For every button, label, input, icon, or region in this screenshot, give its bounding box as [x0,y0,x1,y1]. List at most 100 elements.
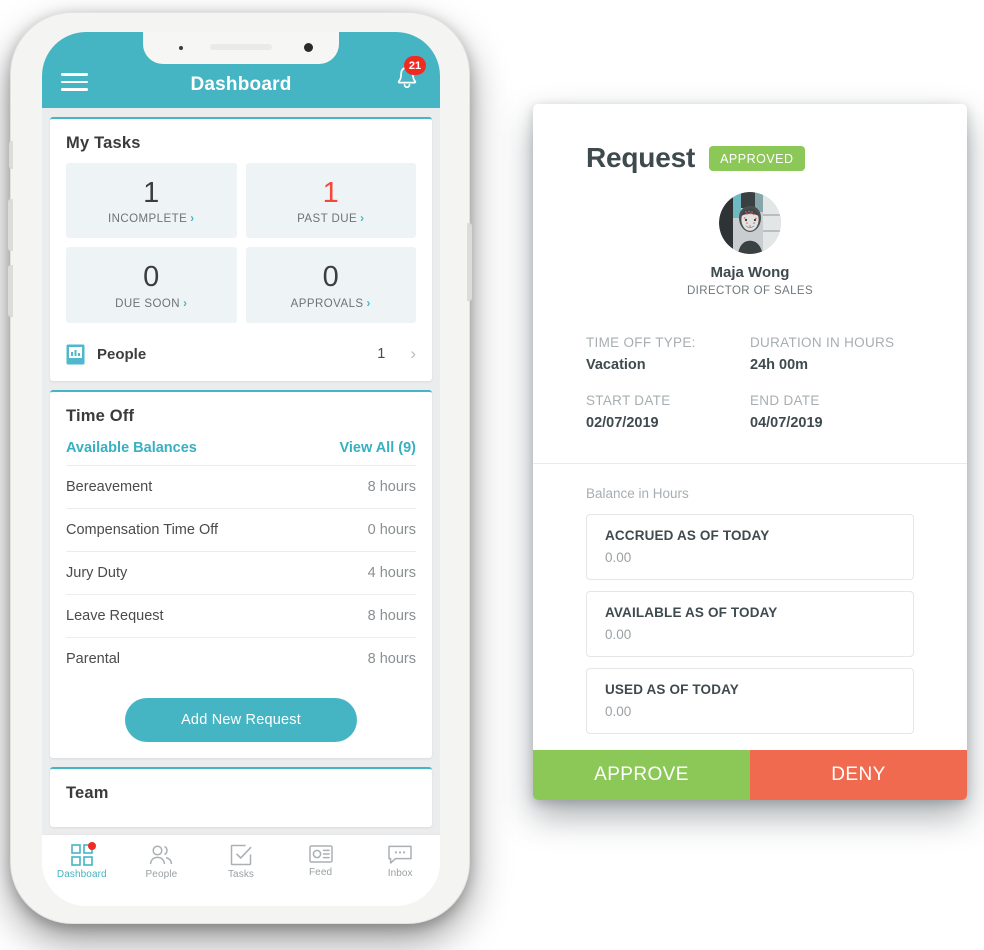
hamburger-menu-icon[interactable] [61,73,88,91]
tab-dashboard[interactable]: Dashboard [42,842,122,880]
balance-card-accrued: ACCRUED AS OF TODAY 0.00 [586,514,914,580]
tab-inbox[interactable]: Inbox [360,844,440,879]
balance-card-title: AVAILABLE AS OF TODAY [605,605,778,620]
time-off-balance-row[interactable]: Bereavement 8 hours [66,464,416,508]
requester-role: DIRECTOR OF SALES [686,285,814,297]
time-off-balance-row[interactable]: Parental 8 hours [66,636,416,680]
people-summary-row[interactable]: People 1 › [66,330,416,367]
detail-value: 04/07/2019 [750,415,823,431]
balance-card-title: ACCRUED AS OF TODAY [605,528,770,543]
page-title: Dashboard [190,74,292,95]
task-tile-label-text: PAST DUE [297,213,358,226]
detail-value: 02/07/2019 [586,415,659,431]
balance-name: Jury Duty [66,564,128,581]
request-detail-panel: Request APPROVED Maja Wong DIRECTOR OF S… [533,104,967,800]
task-tile-incomplete[interactable]: 1 INCOMPLETE › [66,163,237,239]
tab-feed[interactable]: Feed [281,844,361,878]
tab-label: Inbox [387,868,413,879]
team-card: Team [50,766,432,827]
people-icon [150,845,173,865]
balance-card-available: AVAILABLE AS OF TODAY 0.00 [586,591,914,657]
phone-power-button[interactable] [467,223,472,301]
detail-label: DURATION IN HOURS [750,335,895,350]
tab-tasks[interactable]: Tasks [201,844,281,880]
tab-label: Feed [308,867,333,878]
request-header: Request APPROVED [533,104,967,174]
time-off-title: Time Off [66,406,135,425]
phone-silent-switch[interactable] [9,141,13,169]
earpiece-speaker [210,44,272,50]
approve-button[interactable]: APPROVE [533,750,750,800]
task-tile-count: 1 [322,177,339,209]
detail-label: START DATE [586,393,671,408]
detail-value: 24h 00m [750,357,809,373]
detail-end-date: END DATE 04/07/2019 [750,393,914,431]
my-tasks-card: My Tasks 1 INCOMPLETE › 1 PAST DUE › 0 D… [50,117,432,381]
screenshot-root: Dashboard 21 My Tasks 1 INCOMPLETE › 1 P… [0,0,984,950]
balance-card-used: USED AS OF TODAY 0.00 [586,668,914,734]
request-detail-grid: TIME OFF TYPE: Vacation DURATION IN HOUR… [533,297,967,431]
notifications-button[interactable]: 21 [394,56,426,94]
phone-volume-down-button[interactable] [8,265,13,317]
tab-people[interactable]: People [122,844,202,880]
proximity-sensor-icon [179,46,183,50]
balance-card-title: USED AS OF TODAY [605,682,739,697]
task-tile-approvals[interactable]: 0 APPROVALS › [245,247,416,323]
deny-button[interactable]: DENY [750,750,967,800]
time-off-balance-row[interactable]: Jury Duty 4 hours [66,550,416,594]
task-tile-count: 0 [143,261,160,294]
balance-name: Leave Request [66,607,164,624]
detail-time-off-type: TIME OFF TYPE: Vacation [586,335,750,373]
team-title: Team [66,783,109,802]
task-tiles: 1 INCOMPLETE › 1 PAST DUE › 0 DUE SOON ›… [66,163,416,323]
dashboard-scroll-area[interactable]: My Tasks 1 INCOMPLETE › 1 PAST DUE › 0 D… [42,108,440,834]
front-camera-icon [304,43,313,52]
checkbox-icon [230,844,252,866]
people-book-icon [66,344,85,365]
detail-value: Vacation [586,357,646,373]
task-tile-label: PAST DUE › [246,213,417,225]
detail-label: END DATE [750,393,820,408]
balance-card-value: 0.00 [605,704,632,719]
my-tasks-title: My Tasks [66,134,141,152]
chevron-right-icon: › [410,344,416,364]
phone-volume-up-button[interactable] [8,199,13,251]
phone-screen: Dashboard 21 My Tasks 1 INCOMPLETE › 1 P… [42,32,440,906]
task-tile-count: 0 [322,261,339,294]
tab-label: Dashboard [56,869,107,880]
detail-label: TIME OFF TYPE: [586,335,696,350]
task-tile-count: 1 [143,177,160,209]
task-tile-label: INCOMPLETE › [66,213,237,225]
balance-value: 8 hours [367,607,416,624]
task-tile-label: DUE SOON › [66,298,237,310]
balance-section-heading: Balance in Hours [586,486,689,501]
phone-notch [143,32,339,64]
time-off-balance-row[interactable]: Leave Request 8 hours [66,593,416,637]
time-off-balance-row[interactable]: Compensation Time Off 0 hours [66,507,416,551]
balance-name: Compensation Time Off [66,521,219,538]
time-off-subheader: Available Balances View All (9) [66,436,416,465]
balance-in-hours-section: Balance in Hours ACCRUED AS OF TODAY 0.0… [533,464,967,734]
status-badge: APPROVED [709,145,805,171]
balance-card-value: 0.00 [605,627,632,642]
available-balances-link[interactable]: Available Balances [66,440,197,456]
notification-badge: 21 [404,56,426,75]
add-new-request-button[interactable]: Add New Request [125,697,357,742]
balance-name: Parental [66,650,121,667]
people-row-label: People [97,345,147,363]
task-tile-label-text: DUE SOON [115,297,181,310]
task-tile-due-soon[interactable]: 0 DUE SOON › [66,247,237,323]
news-feed-icon [308,845,333,863]
detail-start-date: START DATE 02/07/2019 [586,393,750,431]
bottom-tab-bar: Dashboard People Tasks Feed Inbox [42,834,440,906]
task-tile-past-due[interactable]: 1 PAST DUE › [245,163,417,239]
balance-value: 8 hours [367,478,416,495]
phone-device-frame: Dashboard 21 My Tasks 1 INCOMPLETE › 1 P… [8,12,472,924]
chat-bubble-icon [388,845,412,864]
view-all-link[interactable]: View All (9) [339,440,416,456]
people-row-count: 1 [377,346,386,363]
task-tile-label-text: INCOMPLETE [107,213,188,226]
chevron-right-icon: › [190,213,195,226]
avatar [719,192,781,254]
tab-label: People [145,869,178,880]
